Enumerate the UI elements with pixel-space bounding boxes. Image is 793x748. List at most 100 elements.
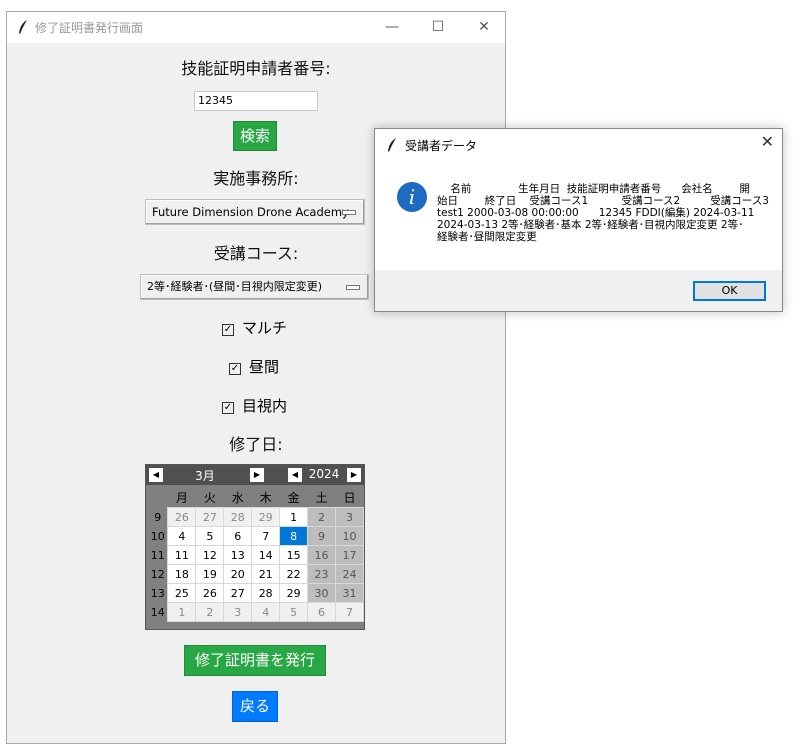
week-number-header [148, 487, 168, 508]
calendar-day[interactable]: 21 [251, 564, 281, 584]
dropdown-indicator-icon [346, 285, 360, 290]
dialog-body: 受講者データ ✕ i 名前 生年月日 技能証明申請者番号 会社名 開 始日 終了… [375, 129, 782, 270]
feather-icon [19, 20, 27, 34]
calendar-day[interactable]: 23 [307, 564, 336, 584]
completion-date-label: 修了日: [229, 435, 283, 454]
office-select-value: Future Dimension Drone Academy [152, 205, 349, 219]
calendar-day[interactable]: 4 [251, 602, 281, 622]
calendar-day[interactable]: 8 [279, 526, 309, 546]
calendar-day[interactable]: 6 [307, 602, 336, 622]
multi-checkbox[interactable]: ✓ マルチ [222, 317, 287, 338]
weekday-header: 土 [307, 487, 336, 508]
calendar-day[interactable]: 27 [195, 507, 225, 527]
trainee-data-dialog: 受講者データ ✕ i 名前 生年月日 技能証明申請者番号 会社名 開 始日 終了… [374, 128, 783, 312]
calendar-day[interactable]: 29 [279, 583, 309, 603]
checkbox-checked-icon: ✓ [222, 402, 234, 414]
dialog-message: 名前 生年月日 技能証明申請者番号 会社名 開 始日 終了日 受講コース1 受講… [437, 183, 769, 243]
calendar-day[interactable]: 22 [279, 564, 309, 584]
window-title: 修了証明書発行画面 [35, 21, 144, 35]
dropdown-indicator-icon [342, 210, 356, 215]
search-button[interactable]: 検索 [233, 121, 277, 151]
back-button[interactable]: 戻る [232, 691, 278, 722]
calendar-day[interactable]: 27 [223, 583, 253, 603]
next-year-icon[interactable]: ▶ [347, 468, 361, 482]
calendar-day[interactable]: 4 [167, 526, 197, 546]
calendar-day[interactable]: 6 [223, 526, 253, 546]
calendar-day[interactable]: 5 [279, 602, 309, 622]
maximize-button[interactable]: ☐ [415, 12, 461, 43]
calendar-day[interactable]: 2 [195, 602, 225, 622]
applicant-number-input[interactable]: 12345 [194, 91, 318, 111]
week-number: 13 [148, 583, 168, 603]
calendar-month: 3月 [195, 469, 215, 483]
calendar-day[interactable]: 17 [335, 545, 364, 565]
issue-certificate-button[interactable]: 修了証明書を発行 [184, 645, 326, 676]
calendar-day[interactable]: 13 [223, 545, 253, 565]
dialog-close-button[interactable]: ✕ [761, 132, 774, 151]
calendar-day[interactable]: 15 [279, 545, 309, 565]
close-button[interactable]: ✕ [461, 12, 507, 43]
calendar-day[interactable]: 5 [195, 526, 225, 546]
checkbox-checked-icon: ✓ [222, 324, 234, 336]
course-select-value: 2等･経験者･(昼間･目視内限定変更) [147, 280, 323, 293]
calendar-day[interactable]: 9 [307, 526, 336, 546]
calendar-day[interactable]: 20 [223, 564, 253, 584]
calendar-day[interactable]: 26 [195, 583, 225, 603]
week-number: 12 [148, 564, 168, 584]
weekday-header: 水 [223, 487, 252, 508]
calendar-year: 2024 [308, 467, 340, 481]
calendar-day[interactable]: 30 [307, 583, 336, 603]
main-window: 修了証明書発行画面 — ☐ ✕ 技能証明申請者番号: 12345 検索 実施事務… [6, 11, 506, 744]
calendar-day[interactable]: 10 [335, 526, 364, 546]
visual-line-checkbox-label: 目視内 [242, 397, 288, 415]
weekday-header: 火 [195, 487, 224, 508]
calendar-day[interactable]: 19 [195, 564, 225, 584]
calendar-day[interactable]: 31 [335, 583, 364, 603]
calendar: ◀ 3月 ▶ ◀ 2024 ▶ 月火水木金土日 9 26 27 28 29 1 2 3 10 4 5… [145, 464, 365, 630]
applicant-number-label: 技能証明申請者番号: [181, 59, 331, 78]
calendar-day[interactable]: 7 [335, 602, 364, 622]
ok-button[interactable]: OK [693, 281, 766, 301]
calendar-day[interactable]: 3 [223, 602, 253, 622]
daytime-checkbox[interactable]: ✓ 昼間 [229, 356, 279, 377]
calendar-day[interactable]: 26 [167, 507, 197, 527]
weekday-header: 日 [335, 487, 364, 508]
calendar-day[interactable]: 28 [251, 583, 281, 603]
multi-checkbox-label: マルチ [242, 319, 288, 337]
prev-year-icon[interactable]: ◀ [288, 468, 302, 482]
title-bar: 修了証明書発行画面 — ☐ ✕ [7, 12, 505, 43]
calendar-day[interactable]: 14 [251, 545, 281, 565]
weekday-header: 木 [251, 487, 280, 508]
feather-icon [388, 138, 396, 152]
calendar-day[interactable]: 1 [167, 602, 197, 622]
dialog-title: 受講者データ [405, 139, 478, 153]
calendar-day[interactable]: 2 [307, 507, 336, 527]
prev-month-icon[interactable]: ◀ [149, 468, 163, 482]
week-number: 9 [148, 507, 168, 527]
visual-line-checkbox[interactable]: ✓ 目視内 [222, 395, 287, 416]
calendar-day[interactable]: 3 [335, 507, 364, 527]
calendar-day[interactable]: 16 [307, 545, 336, 565]
calendar-day[interactable]: 25 [167, 583, 197, 603]
calendar-day[interactable]: 29 [251, 507, 281, 527]
calendar-day[interactable]: 28 [223, 507, 253, 527]
calendar-day[interactable]: 1 [279, 507, 309, 527]
checkbox-checked-icon: ✓ [229, 363, 241, 375]
calendar-day[interactable]: 24 [335, 564, 364, 584]
calendar-day[interactable]: 7 [251, 526, 281, 546]
next-month-icon[interactable]: ▶ [250, 468, 264, 482]
daytime-checkbox-label: 昼間 [249, 358, 280, 376]
calendar-day[interactable]: 11 [167, 545, 197, 565]
calendar-grid: 月火水木金土日 9 26 27 28 29 1 2 3 10 4 5 6 7 8 9 10 11 11 12 13 14… [148, 487, 364, 622]
weekday-header: 金 [279, 487, 308, 508]
weekday-header: 月 [167, 487, 196, 508]
calendar-day[interactable]: 12 [195, 545, 225, 565]
office-select[interactable]: Future Dimension Drone Academy [145, 199, 365, 225]
week-number: 14 [148, 602, 168, 622]
calendar-day[interactable]: 18 [167, 564, 197, 584]
minimize-button[interactable]: — [369, 12, 415, 43]
week-number: 10 [148, 526, 168, 546]
week-number: 11 [148, 545, 168, 565]
course-select[interactable]: 2等･経験者･(昼間･目視内限定変更) [140, 274, 369, 300]
calendar-header: ◀ 3月 ▶ ◀ 2024 ▶ [146, 465, 364, 485]
